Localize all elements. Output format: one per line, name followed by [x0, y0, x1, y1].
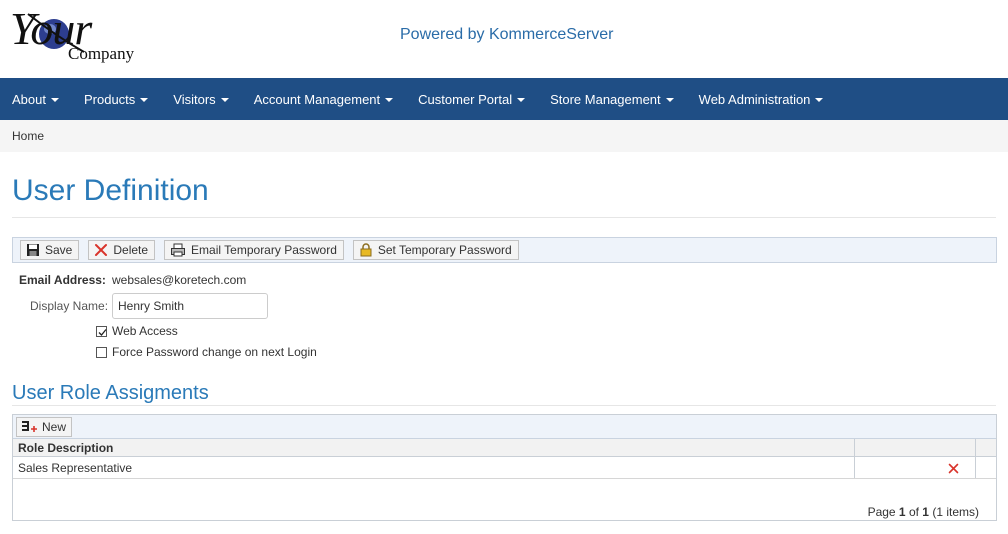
nav-store-management-label: Store Management	[550, 91, 661, 107]
nav-products-label: Products	[83, 91, 136, 107]
pager-items: (1 items)	[928, 505, 979, 519]
web-access-row: Web Access	[96, 324, 178, 338]
pager-current-page: 1	[898, 505, 906, 519]
printer-mail-icon	[171, 243, 186, 257]
nav-web-administration[interactable]: Web Administration	[687, 78, 837, 120]
display-name-input[interactable]	[112, 293, 268, 319]
breadcrumb-home[interactable]: Home	[12, 129, 44, 143]
nav-web-administration-label: Web Administration	[698, 91, 811, 107]
set-temp-password-label: Set Temporary Password	[377, 243, 512, 257]
title-divider	[12, 217, 996, 218]
nav-customer-portal-label: Customer Portal	[418, 91, 513, 107]
table-row[interactable]: Sales Representative	[13, 458, 996, 479]
display-name-label: Display Name:	[30, 299, 109, 313]
lock-icon	[360, 243, 372, 257]
email-address-value: websales@koretech.com	[112, 273, 247, 287]
force-password-row: Force Password change on next Login	[96, 345, 317, 359]
nav-account-management-label: Account Management	[253, 91, 381, 107]
page-title: User Definition	[12, 174, 209, 207]
new-role-button[interactable]: New	[16, 417, 73, 437]
roles-grid: New Role Description Sales Representativ…	[12, 414, 997, 521]
caret-down-icon	[220, 98, 229, 102]
main-navbar: About Products Visitors Account Manageme…	[0, 78, 1008, 120]
caret-down-icon	[815, 98, 824, 102]
web-access-checkbox[interactable]	[96, 325, 107, 337]
email-temp-password-label: Email Temporary Password	[191, 243, 337, 257]
new-role-label: New	[42, 420, 67, 434]
delete-row-icon[interactable]	[948, 463, 959, 474]
nav-visitors-label: Visitors	[173, 91, 216, 107]
email-address-label: Email Address:	[19, 273, 106, 287]
caret-down-icon	[665, 98, 674, 102]
checkmark-icon	[98, 328, 107, 336]
nav-products[interactable]: Products	[72, 78, 161, 120]
roles-grid-header: Role Description	[13, 439, 996, 457]
pagination-info: Page 1 of 1 (1 items)	[868, 505, 979, 519]
add-record-icon	[22, 421, 37, 432]
caret-down-icon	[385, 98, 394, 102]
logo-text-company: Company	[68, 44, 135, 63]
force-password-checkbox[interactable]	[96, 346, 107, 358]
caret-down-icon	[50, 98, 59, 102]
company-logo[interactable]: Your Company	[10, 3, 150, 68]
section-divider	[12, 405, 996, 406]
save-button[interactable]: Save	[20, 240, 80, 260]
action-toolbar: Save Delete Email Temporary Password Set…	[12, 237, 997, 263]
delete-x-icon	[95, 244, 108, 256]
nav-customer-portal[interactable]: Customer Portal	[406, 78, 538, 120]
floppy-disk-icon	[27, 244, 39, 256]
nav-about-label: About	[12, 91, 46, 107]
delete-button[interactable]: Delete	[88, 240, 156, 260]
pager-of: of	[905, 505, 923, 519]
nav-store-management[interactable]: Store Management	[538, 78, 687, 120]
role-description-cell: Sales Representative	[18, 461, 133, 475]
caret-down-icon	[140, 98, 149, 102]
web-access-label: Web Access	[112, 324, 178, 338]
pager-prefix: Page	[867, 505, 899, 519]
header: Your Company Powered by KommerceServer	[0, 0, 1008, 78]
email-temp-password-button[interactable]: Email Temporary Password	[164, 240, 344, 260]
save-label: Save	[45, 243, 73, 257]
pager-total-pages: 1	[922, 505, 929, 519]
user-role-assignments-title: User Role Assigments	[12, 382, 209, 404]
caret-down-icon	[517, 98, 526, 102]
nav-about[interactable]: About	[0, 78, 72, 120]
column-header-role-description[interactable]: Role Description	[13, 439, 113, 457]
breadcrumb-bar: Home	[0, 120, 1008, 152]
nav-visitors[interactable]: Visitors	[161, 78, 241, 120]
roles-grid-toolbar: New	[13, 415, 996, 439]
set-temp-password-button[interactable]: Set Temporary Password	[352, 240, 519, 260]
nav-account-management[interactable]: Account Management	[242, 78, 406, 120]
delete-label: Delete	[113, 243, 149, 257]
force-password-label: Force Password change on next Login	[112, 345, 317, 359]
powered-by-text: Powered by KommerceServer	[400, 26, 614, 43]
